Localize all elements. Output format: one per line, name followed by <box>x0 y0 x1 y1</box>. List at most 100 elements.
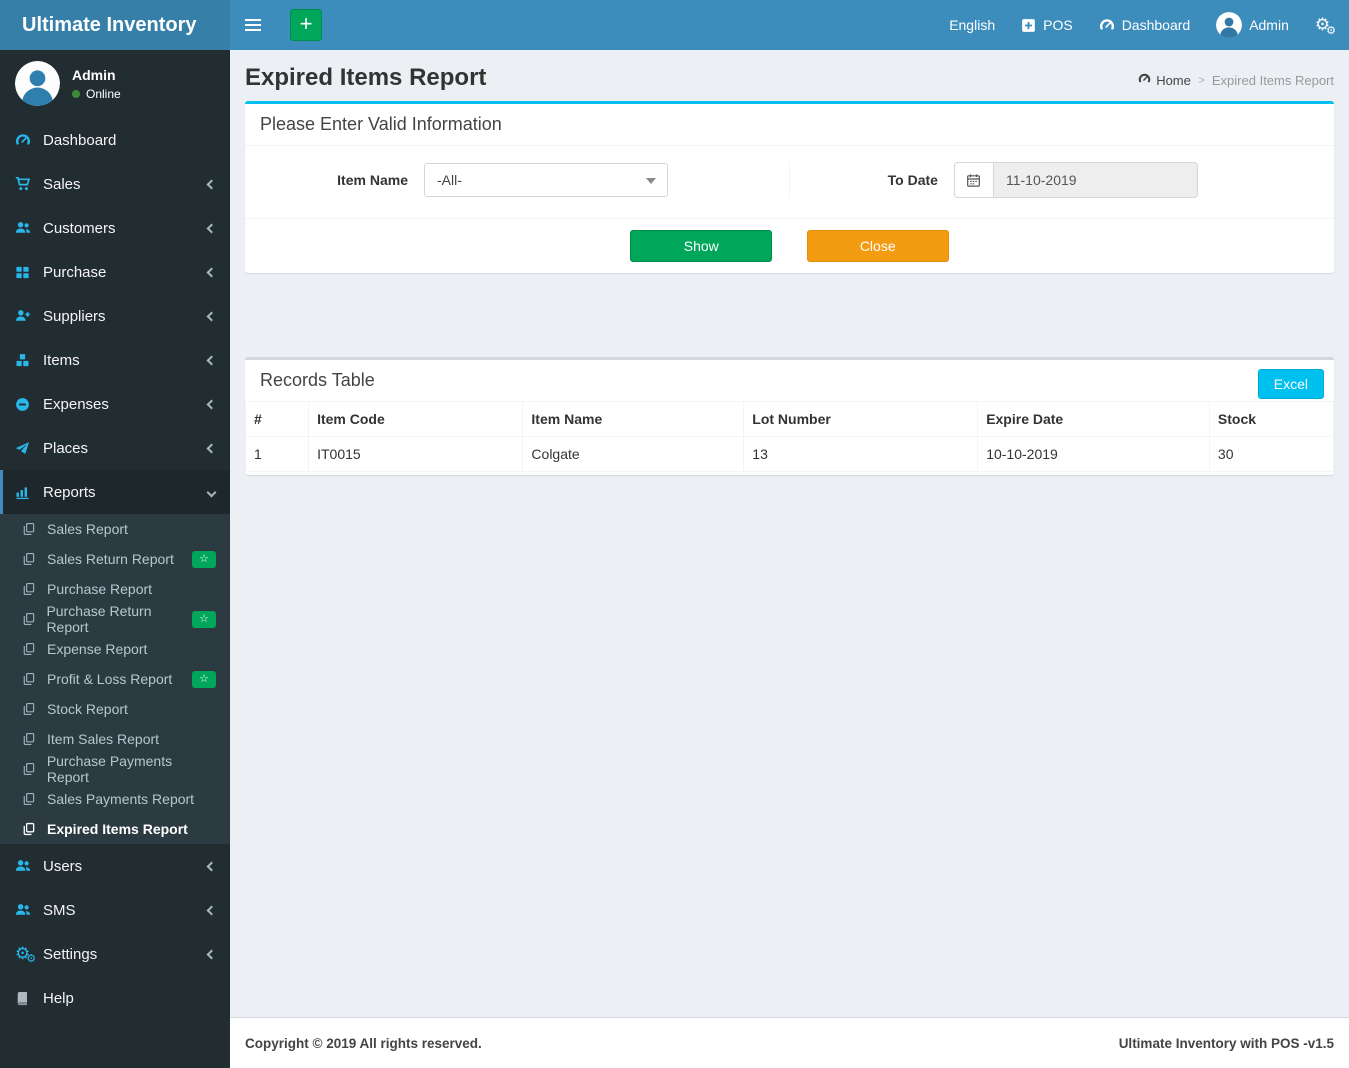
avatar <box>1216 12 1243 38</box>
sidebar-subitem-sales-return-report[interactable]: Sales Return Report ☆ <box>0 544 230 574</box>
sidebar-item-dashboard[interactable]: Dashboard <box>0 118 230 162</box>
star-badge: ☆ <box>192 610 216 628</box>
item-name-select[interactable]: -All- <box>423 163 668 197</box>
app-window: Ultimate Inventory + English POS Dashboa… <box>0 0 1349 1068</box>
users-icon <box>15 220 33 236</box>
nav-language-label: English <box>949 17 996 33</box>
reports-submenu: Sales Report Sales Return Report ☆ Purch… <box>0 514 230 844</box>
sidebar-item-users[interactable]: Users <box>0 844 230 888</box>
nav-dashboard[interactable]: Dashboard <box>1086 0 1204 50</box>
chevron-left-icon <box>206 311 217 321</box>
sidebar-subitem-sales-payments-report[interactable]: Sales Payments Report <box>0 784 230 814</box>
item-name-selected-value: -All- <box>436 172 462 188</box>
avatar <box>15 61 60 106</box>
chevron-down-icon <box>645 178 656 184</box>
sidebar-item-expenses[interactable]: Expenses <box>0 382 230 426</box>
sidebar-subitem-label: Purchase Return Report <box>46 603 152 635</box>
sidebar-subitem-label: Profit & Loss Report <box>47 671 173 687</box>
tachometer-icon <box>1099 17 1115 33</box>
sidebar-item-label: Suppliers <box>43 307 106 325</box>
to-date-group <box>953 162 1198 198</box>
sidebar-item-settings[interactable]: ⚙ ⚙ Settings <box>0 932 230 976</box>
nav-pos-label: POS <box>1043 17 1073 33</box>
cell-stock: 30 <box>1208 436 1335 472</box>
nav-settings[interactable]: ⚙⚙ <box>1302 0 1349 50</box>
sidebar-item-items[interactable]: Items <box>0 338 230 382</box>
records-panel: Records Table Excel # Item Code Item Nam… <box>244 357 1335 475</box>
sidebar-item-label: SMS <box>43 901 76 919</box>
excel-export-button[interactable]: Excel <box>1257 369 1324 399</box>
copy-icon <box>22 792 38 806</box>
breadcrumb-separator: > <box>1197 73 1205 87</box>
column-header-expire-date: Expire Date <box>977 401 1210 437</box>
cell-item-code: IT0015 <box>308 436 524 472</box>
grid-icon <box>15 265 33 280</box>
calendar-icon[interactable] <box>953 162 994 198</box>
sidebar-subitem-purchase-report[interactable]: Purchase Report <box>0 574 230 604</box>
column-header-item-code: Item Code <box>308 401 524 437</box>
chevron-left-icon <box>206 905 217 915</box>
app-logo[interactable]: Ultimate Inventory <box>0 0 230 50</box>
sidebar: Admin Online Dashboard Sales Customers P… <box>0 50 230 1068</box>
to-date-input[interactable] <box>993 162 1198 198</box>
column-header-lot-number: Lot Number <box>743 401 979 437</box>
quick-add-button[interactable]: + <box>290 9 322 41</box>
chevron-left-icon <box>206 355 217 365</box>
sidebar-subitem-item-sales-report[interactable]: Item Sales Report <box>0 724 230 754</box>
nav-language[interactable]: English <box>936 0 1008 50</box>
copy-icon <box>22 612 37 626</box>
sidebar-item-purchase[interactable]: Purchase <box>0 250 230 294</box>
star-badge: ☆ <box>192 550 216 568</box>
sidebar-subitem-stock-report[interactable]: Stock Report <box>0 694 230 724</box>
breadcrumb-home[interactable]: Home <box>1138 72 1191 88</box>
user-name: Admin <box>72 66 116 83</box>
top-navbar: + English POS Dashboard Admin ⚙⚙ <box>230 0 1349 50</box>
sidebar-item-reports[interactable]: Reports <box>0 470 230 514</box>
filter-panel: Please Enter Valid Information Item Name… <box>245 101 1334 273</box>
user-plus-icon <box>15 308 33 324</box>
cubes-icon <box>15 353 33 368</box>
records-panel-title: Records Table <box>260 370 375 390</box>
paper-plane-icon <box>15 441 33 456</box>
sidebar-item-label: Places <box>43 439 89 457</box>
copy-icon <box>22 552 38 566</box>
sidebar-item-label: Settings <box>43 945 98 963</box>
sidebar-item-help[interactable]: Help <box>0 976 230 1020</box>
copyright-text: Copyright © 2019 All rights reserved. <box>245 1035 482 1051</box>
chevron-left-icon <box>206 443 217 453</box>
cell-item-name: Colgate <box>522 436 745 472</box>
main-footer: Copyright © 2019 All rights reserved. Ul… <box>230 1017 1349 1068</box>
filter-panel-header: Please Enter Valid Information <box>245 104 1334 146</box>
sidebar-subitem-purchase-payments-report[interactable]: Purchase Payments Report <box>0 753 230 785</box>
nav-user-label: Admin <box>1249 17 1289 33</box>
sidebar-subitem-expense-report[interactable]: Expense Report <box>0 634 230 664</box>
sidebar-subitem-label: Expired Items Report <box>47 821 188 837</box>
cell-expire-date: 10-10-2019 <box>977 436 1210 472</box>
sidebar-item-label: Items <box>43 351 80 369</box>
sidebar-subitem-profit-loss-report[interactable]: Profit & Loss Report ☆ <box>0 664 230 694</box>
star-badge: ☆ <box>192 670 216 688</box>
nav-dashboard-label: Dashboard <box>1121 17 1191 33</box>
records-table: # Item Code Item Name Lot Number Expire … <box>244 401 1335 472</box>
close-button[interactable]: Close <box>806 230 949 262</box>
nav-pos[interactable]: POS <box>1008 0 1086 50</box>
main-header: Ultimate Inventory + English POS Dashboa… <box>0 0 1349 50</box>
nav-user-menu[interactable]: Admin <box>1203 0 1302 50</box>
sidebar-toggle-button[interactable] <box>230 0 276 50</box>
sidebar-subitem-label: Stock Report <box>47 701 128 717</box>
sidebar-item-label: Users <box>43 857 83 875</box>
sidebar-item-customers[interactable]: Customers <box>0 206 230 250</box>
table-header-row: # Item Code Item Name Lot Number Expire … <box>244 401 1335 437</box>
show-button[interactable]: Show <box>630 230 773 262</box>
sidebar-subitem-purchase-return-report[interactable]: Purchase Return Report ☆ <box>0 603 230 635</box>
sidebar-item-sales[interactable]: Sales <box>0 162 230 206</box>
sidebar-subitem-expired-items-report[interactable]: Expired Items Report <box>0 814 230 844</box>
chevron-left-icon <box>206 267 217 277</box>
copy-icon <box>22 822 38 836</box>
chevron-left-icon <box>206 399 217 409</box>
sidebar-item-sms[interactable]: SMS <box>0 888 230 932</box>
sidebar-item-label: Dashboard <box>43 131 117 149</box>
sidebar-item-suppliers[interactable]: Suppliers <box>0 294 230 338</box>
sidebar-subitem-sales-report[interactable]: Sales Report <box>0 514 230 544</box>
sidebar-item-places[interactable]: Places <box>0 426 230 470</box>
